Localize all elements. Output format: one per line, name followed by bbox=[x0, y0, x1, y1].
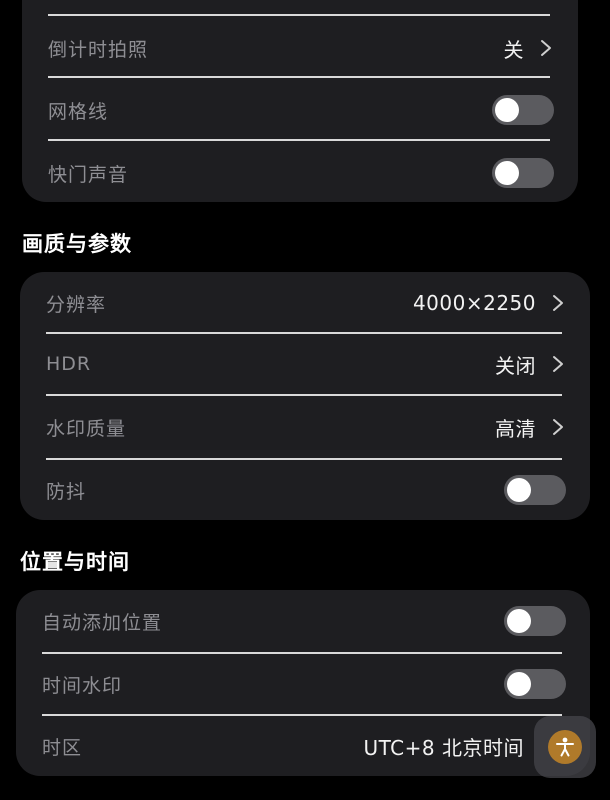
timezone-row[interactable]: 时区 UTC+8 北京时间 bbox=[16, 716, 590, 776]
chevron-right-icon bbox=[553, 295, 563, 311]
section-title-quality: 画质与参数 bbox=[22, 232, 132, 256]
resolution-label: 分辨率 bbox=[46, 293, 107, 316]
hdr-row[interactable]: HDR 关闭 bbox=[20, 334, 590, 394]
toggle-knob bbox=[495, 161, 519, 185]
time-watermark-label: 时间水印 bbox=[42, 674, 123, 697]
watermark-quality-value: 高清 bbox=[495, 416, 536, 441]
watermark-quality-row[interactable]: 水印质量 高清 bbox=[20, 396, 590, 458]
grid-lines-row: 网格线 bbox=[22, 80, 578, 140]
divider bbox=[48, 14, 550, 16]
chevron-right-icon bbox=[553, 356, 563, 372]
stabilization-row: 防抖 bbox=[20, 460, 590, 520]
watermark-quality-label: 水印质量 bbox=[46, 417, 127, 440]
toggle-knob bbox=[507, 478, 531, 502]
settings-card-quality: 分辨率 4000×2250 HDR 关闭 水印质量 高清 防抖 bbox=[20, 272, 590, 520]
countdown-label: 倒计时拍照 bbox=[48, 38, 149, 61]
toggle-knob bbox=[507, 609, 531, 633]
accessibility-button[interactable] bbox=[534, 716, 596, 778]
shutter-sound-row: 快门声音 bbox=[22, 143, 578, 202]
stabilization-label: 防抖 bbox=[46, 480, 87, 503]
time-watermark-toggle[interactable] bbox=[504, 669, 566, 699]
countdown-value: 关 bbox=[503, 37, 524, 62]
grid-lines-label: 网格线 bbox=[48, 100, 109, 123]
stabilization-toggle[interactable] bbox=[504, 475, 566, 505]
time-watermark-row: 时间水印 bbox=[16, 654, 590, 714]
hdr-label: HDR bbox=[46, 353, 92, 375]
shutter-sound-label: 快门声音 bbox=[48, 163, 129, 186]
hdr-value: 关闭 bbox=[495, 353, 536, 378]
grid-lines-toggle[interactable] bbox=[492, 95, 554, 125]
toggle-knob bbox=[507, 672, 531, 696]
timezone-label: 时区 bbox=[42, 736, 83, 759]
resolution-row[interactable]: 分辨率 4000×2250 bbox=[20, 272, 590, 334]
section-title-location: 位置与时间 bbox=[20, 550, 130, 574]
chevron-right-icon bbox=[553, 419, 563, 435]
divider bbox=[48, 76, 550, 78]
person-icon bbox=[556, 737, 574, 757]
chevron-right-icon bbox=[541, 40, 551, 56]
toggle-knob bbox=[495, 98, 519, 122]
auto-location-toggle[interactable] bbox=[504, 606, 566, 636]
resolution-value: 4000×2250 bbox=[412, 291, 536, 315]
settings-card-location: 自动添加位置 时间水印 时区 UTC+8 北京时间 bbox=[16, 590, 590, 776]
auto-location-label: 自动添加位置 bbox=[42, 611, 163, 634]
timezone-value: UTC+8 北京时间 bbox=[363, 735, 524, 760]
auto-location-row: 自动添加位置 bbox=[16, 590, 590, 652]
divider bbox=[48, 139, 550, 141]
shutter-sound-toggle[interactable] bbox=[492, 158, 554, 188]
accessibility-icon bbox=[548, 730, 582, 764]
settings-card-general: 倒计时拍照 关 网格线 快门声音 bbox=[22, 0, 578, 202]
countdown-row[interactable]: 倒计时拍照 关 bbox=[22, 18, 578, 78]
